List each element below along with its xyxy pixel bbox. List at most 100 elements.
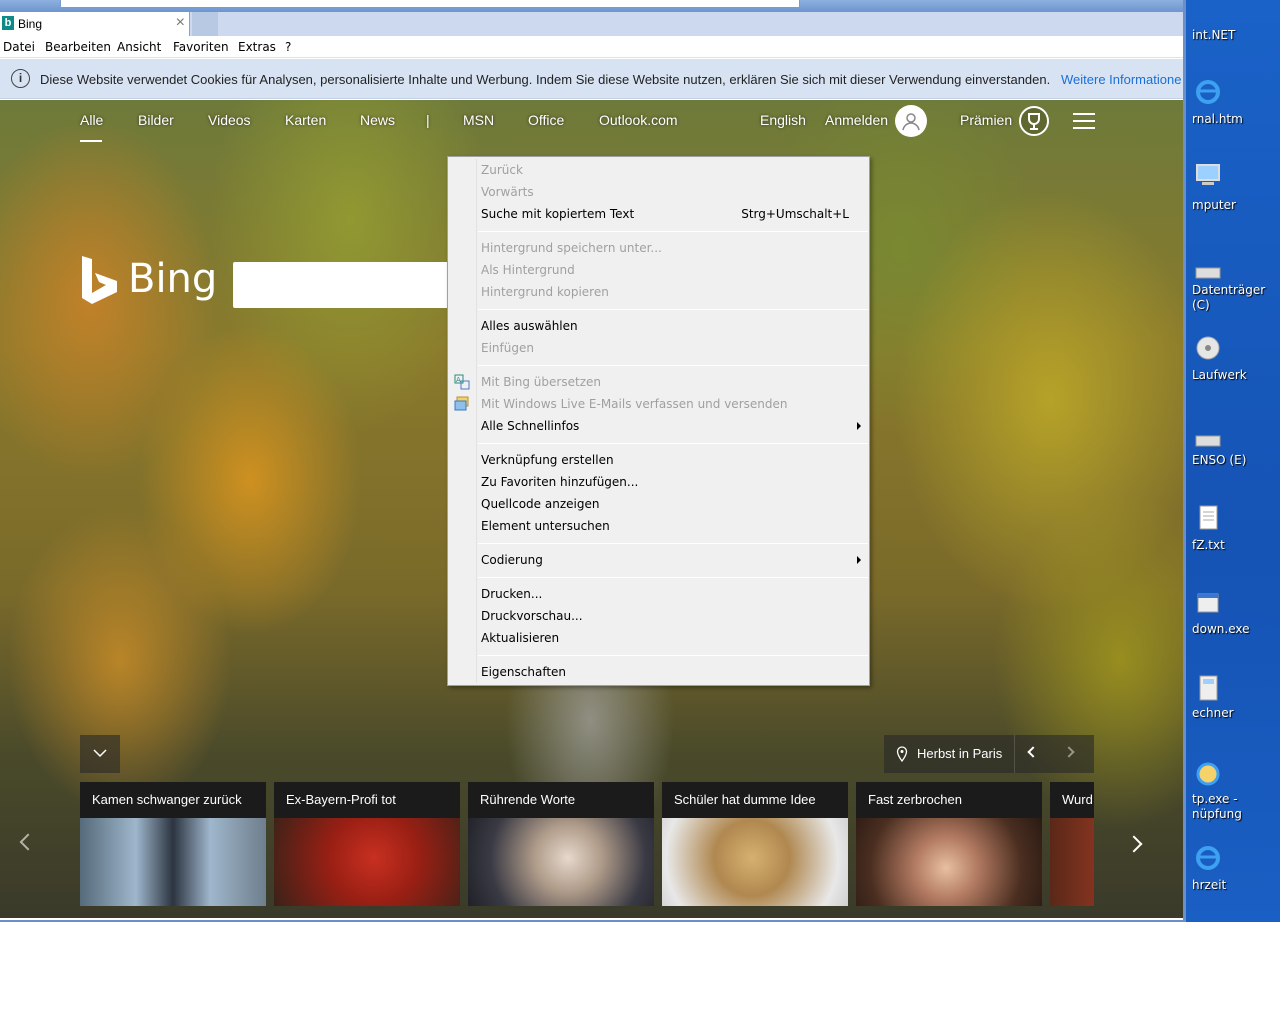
desktop-icon-label: mputer xyxy=(1192,198,1236,212)
menu-extras[interactable]: Extras xyxy=(238,40,276,54)
ctx-print[interactable]: Drucken... xyxy=(481,583,867,605)
ctx-create-shortcut[interactable]: Verknüpfung erstellen xyxy=(481,449,867,471)
signin-link[interactable]: Anmelden xyxy=(825,112,888,128)
image-location-text[interactable]: Herbst in Paris xyxy=(917,746,1002,761)
language-link[interactable]: English xyxy=(760,112,806,128)
desktop-icon[interactable]: Laufwerk xyxy=(1188,334,1280,394)
news-card[interactable]: Schüler hat dumme Idee xyxy=(662,782,848,906)
news-card-title: Schüler hat dumme Idee xyxy=(674,792,816,807)
ctx-select-all[interactable]: Alles auswählen xyxy=(481,315,867,337)
ctx-save-background[interactable]: Hintergrund speichern unter... xyxy=(481,237,867,259)
desktop-icon[interactable]: fZ.txt xyxy=(1188,504,1280,564)
tab-bing[interactable]: b Bing × xyxy=(0,12,190,36)
desktop-icon[interactable]: mputer xyxy=(1188,162,1280,222)
ctx-forward-label: Vorwärts xyxy=(481,185,534,199)
ctx-paste[interactable]: Einfügen xyxy=(481,337,867,359)
news-card[interactable]: Wurd xyxy=(1050,782,1094,906)
news-card-image xyxy=(468,818,654,906)
trophy-icon[interactable] xyxy=(1019,106,1049,136)
desktop-icon[interactable]: tp.exe - nüpfung xyxy=(1188,760,1280,821)
ctx-back[interactable]: Zurück xyxy=(481,159,867,181)
menu-bearbeiten[interactable]: Bearbeiten xyxy=(45,40,111,54)
ctx-accelerators[interactable]: Alle Schnellinfos xyxy=(481,415,867,437)
ctx-copy-background[interactable]: Hintergrund kopieren xyxy=(481,281,867,303)
translate-icon: A xyxy=(454,374,470,390)
carousel-left-arrow-icon[interactable] xyxy=(19,833,37,851)
desktop-icon[interactable]: ENSO (E) xyxy=(1188,428,1280,488)
desktop-icon[interactable]: down.exe xyxy=(1188,590,1280,650)
ctx-add-favorites[interactable]: Zu Favoriten hinzufügen... xyxy=(481,471,867,493)
ctx-add-favorites-label: Zu Favoriten hinzufügen... xyxy=(481,475,639,489)
news-card[interactable]: Ex-Bayern-Profi tot xyxy=(274,782,460,906)
ctx-search-shortcut: Strg+Umschalt+L xyxy=(741,207,849,221)
bing-b-icon xyxy=(82,256,117,304)
desktop-icon-label: echner xyxy=(1192,706,1234,720)
news-card[interactable]: Rührende Worte xyxy=(468,782,654,906)
separator xyxy=(478,577,868,578)
news-card-title: Rührende Worte xyxy=(480,792,576,807)
news-card[interactable]: Kamen schwanger zurück xyxy=(80,782,266,906)
ctx-inspect-element[interactable]: Element untersuchen xyxy=(481,515,867,537)
avatar[interactable] xyxy=(895,105,927,137)
ctx-search-copied[interactable]: Suche mit kopiertem Text Strg+Umschalt+L xyxy=(481,203,867,225)
ctx-forward[interactable]: Vorwärts xyxy=(481,181,867,203)
ctx-accelerators-label: Alle Schnellinfos xyxy=(481,419,580,433)
previous-image-button[interactable] xyxy=(1014,735,1054,773)
more-info-link[interactable]: Weitere Informatione xyxy=(1061,72,1181,87)
search-input[interactable] xyxy=(233,262,453,308)
ctx-translate[interactable]: Mit Bing übersetzen xyxy=(481,371,867,393)
nav-divider: | xyxy=(426,112,430,128)
ctx-set-background[interactable]: Als Hintergrund xyxy=(481,259,867,281)
bing-wordmark: Bing xyxy=(128,256,218,302)
cd-drive-icon xyxy=(1196,336,1220,360)
ctx-properties-label: Eigenschaften xyxy=(481,665,567,679)
cookie-notice-text: Diese Website verwendet Cookies für Anal… xyxy=(40,72,1051,87)
ctx-view-source[interactable]: Quellcode anzeigen xyxy=(481,493,867,515)
carousel-next-button[interactable] xyxy=(1094,782,1174,906)
ctx-email[interactable]: Mit Windows Live E-Mails verfassen und v… xyxy=(481,393,867,415)
nav-office[interactable]: Office xyxy=(528,112,564,128)
separator xyxy=(478,543,868,544)
ctx-print-preview-label: Druckvorschau... xyxy=(481,609,583,623)
news-card-image xyxy=(1050,818,1094,906)
hamburger-menu-icon[interactable] xyxy=(1073,113,1095,129)
ctx-email-label: Mit Windows Live E-Mails verfassen und v… xyxy=(481,397,788,411)
new-tab-button[interactable] xyxy=(192,12,218,36)
news-card[interactable]: Fast zerbrochen xyxy=(856,782,1042,906)
desktop-icon[interactable]: int.NET xyxy=(1188,2,1280,62)
nav-msn[interactable]: MSN xyxy=(463,112,494,128)
close-tab-icon[interactable]: × xyxy=(176,14,185,32)
ctx-encoding[interactable]: Codierung xyxy=(481,549,867,571)
desktop-icon-label: hrzeit xyxy=(1192,878,1227,892)
menu-ansicht[interactable]: Ansicht xyxy=(117,40,161,54)
menu-datei[interactable]: Datei xyxy=(3,40,35,54)
menu-help[interactable]: ? xyxy=(285,40,291,54)
nav-alle[interactable]: Alle xyxy=(80,112,103,128)
ctx-properties[interactable]: Eigenschaften xyxy=(481,661,867,683)
desktop-icon[interactable]: Datenträger (C) xyxy=(1188,258,1280,318)
separator xyxy=(478,365,868,366)
nav-outlook[interactable]: Outlook.com xyxy=(599,112,678,128)
tab-title: Bing xyxy=(18,17,43,31)
email-icon xyxy=(454,396,469,411)
desktop-icon[interactable]: echner xyxy=(1188,674,1280,734)
ctx-refresh-label: Aktualisieren xyxy=(481,631,560,645)
cookie-notice-bar: i Diese Website verwendet Cookies für An… xyxy=(0,59,1183,99)
menu-favoriten[interactable]: Favoriten xyxy=(173,40,229,54)
ctx-print-preview[interactable]: Druckvorschau... xyxy=(481,605,867,627)
nav-news[interactable]: News xyxy=(360,112,395,128)
internet-explorer-icon xyxy=(1196,846,1220,870)
rewards-link[interactable]: Prämien xyxy=(960,112,1012,128)
nav-karten[interactable]: Karten xyxy=(285,112,326,128)
chevron-left-icon xyxy=(1027,746,1039,758)
desktop-icon[interactable]: hrzeit xyxy=(1188,844,1280,904)
ctx-refresh[interactable]: Aktualisieren xyxy=(481,627,867,649)
desktop-icon-label: ENSO (E) xyxy=(1192,453,1247,467)
user-icon xyxy=(902,113,920,131)
nav-bilder[interactable]: Bilder xyxy=(138,112,174,128)
desktop-icon[interactable]: rnal.htm xyxy=(1188,78,1280,138)
next-image-button[interactable] xyxy=(1054,735,1094,773)
nav-videos[interactable]: Videos xyxy=(208,112,251,128)
collapse-button[interactable] xyxy=(80,735,120,773)
address-bar[interactable] xyxy=(60,0,800,8)
